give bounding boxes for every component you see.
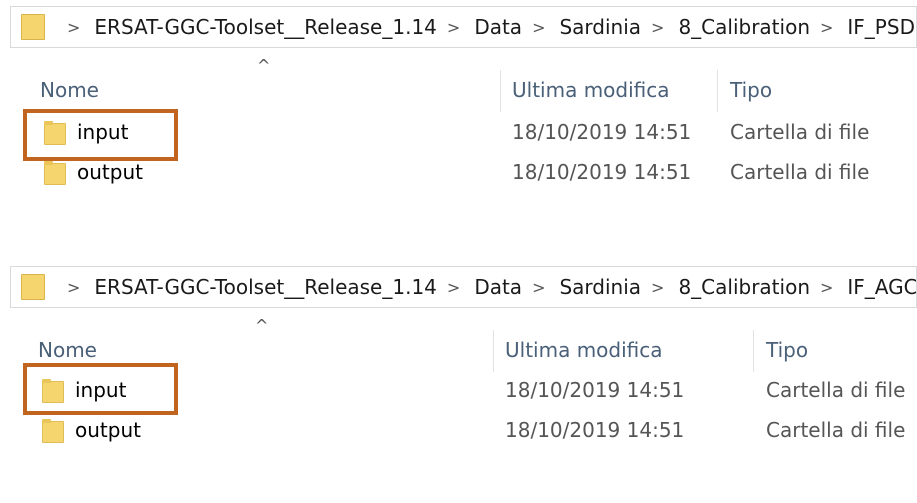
file-row[interactable]: output 18/10/2019 14:51 Cartella di file [0,418,917,452]
chevron-right-icon[interactable]: > [67,278,80,297]
column-divider[interactable] [493,330,494,372]
file-type: Cartella di file [730,160,870,184]
column-header-name[interactable]: Nome [38,338,97,362]
chevron-right-icon[interactable]: > [532,278,545,297]
column-header-type[interactable]: Tipo [766,338,808,362]
highlight-box [23,363,178,415]
column-divider[interactable] [753,330,754,372]
column-header-type[interactable]: Tipo [730,78,772,102]
column-divider[interactable] [500,70,501,112]
breadcrumb-item[interactable]: Sardinia [559,15,641,39]
chevron-right-icon[interactable]: > [447,18,460,37]
file-modified: 18/10/2019 14:51 [505,378,685,402]
breadcrumb-item[interactable]: IF_AGC [847,275,916,299]
column-header-modified[interactable]: Ultima modifica [512,78,670,102]
breadcrumb-item[interactable]: IF_PSD [847,15,915,39]
explorer-panel-if-psd: > ERSAT-GGC-Toolset__Release_1.14 > Data >… [0,0,917,232]
folder-icon [44,161,66,185]
file-modified: 18/10/2019 14:51 [512,120,692,144]
column-header-modified[interactable]: Ultima modifica [505,338,663,362]
file-type: Cartella di file [730,120,870,144]
breadcrumb-item[interactable]: Data [474,275,522,299]
file-modified: 18/10/2019 14:51 [505,418,685,442]
chevron-right-icon[interactable]: > [447,278,460,297]
folder-icon [21,14,45,40]
chevron-right-icon[interactable]: > [67,18,80,37]
folder-icon [21,274,45,300]
column-header-name[interactable]: Nome [40,78,99,102]
file-name: output [77,160,143,184]
file-type: Cartella di file [766,418,906,442]
breadcrumb-item[interactable]: Data [474,15,522,39]
chevron-right-icon[interactable]: > [820,18,833,37]
chevron-right-icon[interactable]: > [651,18,664,37]
file-row[interactable]: output 18/10/2019 14:51 Cartella di file [0,160,917,194]
breadcrumb-item[interactable]: ERSAT-GGC-Toolset__Release_1.14 [94,15,437,39]
breadcrumb-item[interactable]: 8_Calibration [678,275,810,299]
sort-up-icon: ^ [255,316,269,335]
highlight-box [23,109,178,161]
chevron-right-icon[interactable]: > [820,278,833,297]
folder-icon [42,419,64,443]
file-type: Cartella di file [766,378,906,402]
chevron-right-icon[interactable]: > [651,278,664,297]
column-divider[interactable] [717,70,718,112]
explorer-panel-if-agc: > ERSAT-GGC-Toolset__Release_1.14 > Data >… [0,260,917,503]
column-header-row: ^ Nome Ultima modifica Tipo [0,56,917,112]
chevron-right-icon[interactable]: > [532,18,545,37]
breadcrumb-item[interactable]: ERSAT-GGC-Toolset__Release_1.14 [94,275,437,299]
file-name: output [75,418,141,442]
breadcrumb-item[interactable]: 8_Calibration [678,15,810,39]
breadcrumb-item[interactable]: Sardinia [559,275,641,299]
address-bar[interactable]: > ERSAT-GGC-Toolset__Release_1.14 > Data >… [10,6,917,48]
sort-up-icon: ^ [257,56,271,75]
address-bar[interactable]: > ERSAT-GGC-Toolset__Release_1.14 > Data >… [10,266,917,308]
file-modified: 18/10/2019 14:51 [512,160,692,184]
